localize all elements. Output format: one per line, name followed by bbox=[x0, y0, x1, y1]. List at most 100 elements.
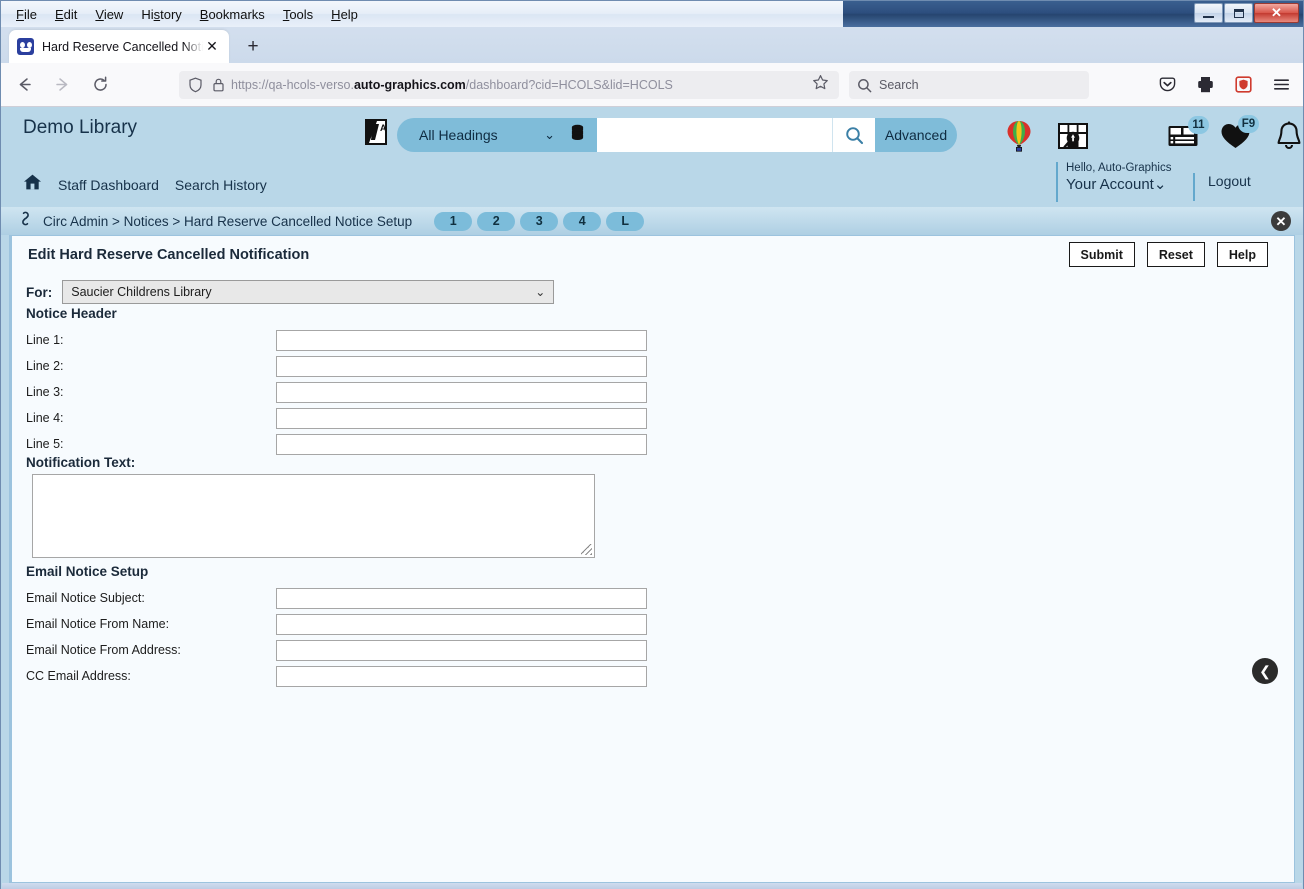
app-header: Demo Library A All Headings ⌄ Advanced 1… bbox=[1, 107, 1303, 204]
saved-lists-icon[interactable]: 11 bbox=[1165, 116, 1209, 154]
forward-icon[interactable] bbox=[47, 70, 77, 100]
account-greeting: Hello, Auto-Graphics bbox=[1066, 162, 1172, 174]
browser-tabstrip: Hard Reserve Cancelled Notice Setup ✕ + bbox=[1, 27, 1303, 63]
extension-shield-icon[interactable] bbox=[1231, 70, 1255, 98]
breadcrumb-bar: Circ Admin > Notices > Hard Reserve Canc… bbox=[1, 207, 1303, 235]
notification-text-area[interactable] bbox=[32, 474, 595, 558]
breadcrumb-pill-1[interactable]: 1 bbox=[434, 211, 473, 231]
catalog-search-group: All Headings ⌄ Advanced bbox=[397, 118, 957, 152]
menu-edit[interactable]: Edit bbox=[46, 5, 86, 24]
reset-button[interactable]: Reset bbox=[1146, 242, 1205, 267]
menu-file[interactable]: File bbox=[7, 5, 46, 24]
line3-input[interactable] bbox=[276, 381, 647, 403]
line2-input[interactable] bbox=[276, 355, 647, 377]
breadcrumb-text[interactable]: Circ Admin > Notices > Hard Reserve Canc… bbox=[43, 214, 412, 229]
site-favicon-icon bbox=[17, 38, 34, 55]
breadcrumb-pill-2[interactable]: 2 bbox=[477, 211, 516, 231]
new-tab-button[interactable]: + bbox=[241, 35, 265, 59]
field-row-line1: Line 1: bbox=[26, 328, 666, 352]
library-select[interactable]: Saucier Childrens Library ⌄ bbox=[62, 280, 555, 304]
line1-input[interactable] bbox=[276, 329, 647, 351]
navbar-right-icons bbox=[1155, 70, 1293, 98]
email-subject-input[interactable] bbox=[276, 587, 647, 609]
account-block[interactable]: Hello, Auto-Graphics Your Account⌄ bbox=[1056, 162, 1181, 202]
email-from-name-label: Email Notice From Name: bbox=[26, 617, 170, 631]
email-from-name-input[interactable] bbox=[276, 613, 647, 635]
help-button[interactable]: Help bbox=[1216, 242, 1268, 267]
reload-icon[interactable] bbox=[85, 70, 115, 100]
maximize-button[interactable] bbox=[1224, 3, 1253, 23]
your-account-link[interactable]: Your Account⌄ bbox=[1066, 175, 1181, 193]
catalog-search-input[interactable] bbox=[597, 118, 832, 152]
search-icon bbox=[857, 78, 872, 93]
field-row-email-subject: Email Notice Subject: bbox=[26, 586, 666, 610]
page-action-buttons: Submit Reset Help bbox=[1068, 242, 1268, 267]
search-scope-dropdown[interactable]: All Headings ⌄ bbox=[397, 118, 597, 152]
page-title: Edit Hard Reserve Cancelled Notification bbox=[28, 247, 310, 263]
submit-button[interactable]: Submit bbox=[1068, 242, 1135, 267]
library-select-value: Saucier Childrens Library bbox=[71, 285, 212, 299]
line3-label: Line 3: bbox=[26, 385, 64, 399]
line4-input[interactable] bbox=[276, 407, 647, 429]
email-subject-label: Email Notice Subject: bbox=[26, 591, 145, 605]
notification-text-heading: Notification Text: bbox=[26, 455, 136, 470]
field-row-email-from-name: Email Notice From Name: bbox=[26, 612, 666, 636]
link-chain-icon bbox=[17, 210, 34, 232]
cc-email-input[interactable] bbox=[276, 665, 647, 687]
line5-input[interactable] bbox=[276, 433, 647, 455]
advanced-search-button[interactable]: Advanced bbox=[875, 118, 957, 152]
url-bar[interactable]: https://qa-hcols-verso.auto-graphics.com… bbox=[179, 71, 839, 99]
chevron-down-icon: ⌄ bbox=[544, 127, 555, 142]
menubar: File Edit View History Bookmarks Tools H… bbox=[7, 3, 367, 25]
svg-text:A: A bbox=[380, 123, 387, 133]
browser-search-placeholder: Search bbox=[879, 78, 919, 92]
menu-bookmarks[interactable]: Bookmarks bbox=[191, 5, 274, 24]
hamburger-menu-icon[interactable] bbox=[1269, 70, 1293, 98]
breadcrumb-pill-4[interactable]: 4 bbox=[563, 211, 602, 231]
browser-search-bar[interactable]: Search bbox=[849, 71, 1089, 99]
notice-header-heading: Notice Header bbox=[26, 306, 117, 321]
window-titlebar: File Edit View History Bookmarks Tools H… bbox=[1, 1, 1303, 27]
line5-label: Line 5: bbox=[26, 437, 64, 451]
shield-icon bbox=[188, 77, 203, 93]
database-icon[interactable] bbox=[570, 124, 585, 146]
line4-label: Line 4: bbox=[26, 411, 64, 425]
breadcrumb-pill-l[interactable]: L bbox=[606, 211, 645, 231]
tab-close-icon[interactable]: ✕ bbox=[203, 38, 221, 56]
window-close-button[interactable]: ✕ bbox=[1254, 3, 1299, 23]
minimize-button[interactable] bbox=[1194, 3, 1223, 23]
url-text: https://qa-hcols-verso.auto-graphics.com… bbox=[231, 78, 673, 92]
email-from-address-input[interactable] bbox=[276, 639, 647, 661]
close-icon[interactable]: ✕ bbox=[1271, 211, 1291, 231]
browser-navbar: https://qa-hcols-verso.auto-graphics.com… bbox=[1, 63, 1303, 107]
notifications-bell-icon[interactable] bbox=[1271, 118, 1303, 154]
menu-history[interactable]: History bbox=[132, 5, 190, 24]
map-search-icon[interactable] bbox=[1055, 118, 1091, 154]
favorites-heart-icon[interactable]: F9 bbox=[1217, 115, 1259, 154]
back-icon[interactable] bbox=[9, 70, 39, 100]
menu-help[interactable]: Help bbox=[322, 5, 367, 24]
nav-staff-dashboard[interactable]: Staff Dashboard bbox=[58, 177, 159, 193]
os-window: Hard Res... File Edit View History Bookm… bbox=[0, 0, 1304, 889]
menu-tools[interactable]: Tools bbox=[274, 5, 322, 24]
resize-handle[interactable] bbox=[581, 544, 592, 555]
home-icon[interactable] bbox=[23, 173, 42, 196]
print-icon[interactable] bbox=[1193, 70, 1217, 98]
nav-search-history[interactable]: Search History bbox=[175, 177, 267, 193]
browser-tab[interactable]: Hard Reserve Cancelled Notice Setup ✕ bbox=[9, 30, 229, 63]
breadcrumb-pill-3[interactable]: 3 bbox=[520, 211, 559, 231]
balloon-icon[interactable] bbox=[1001, 118, 1037, 154]
app-brand-title: Demo Library bbox=[23, 117, 138, 138]
menu-view[interactable]: View bbox=[86, 5, 132, 24]
search-submit-button[interactable] bbox=[832, 118, 875, 152]
search-scope-label: All Headings bbox=[419, 127, 498, 143]
main-content-panel: Edit Hard Reserve Cancelled Notification… bbox=[9, 235, 1295, 883]
save-to-pocket-icon[interactable] bbox=[1155, 70, 1179, 98]
header-icon-row: 11 F9 bbox=[1001, 115, 1303, 154]
bookmark-star-icon[interactable] bbox=[812, 74, 829, 96]
chevron-down-icon: ⌄ bbox=[1153, 176, 1167, 193]
language-toggle-icon[interactable]: A bbox=[364, 118, 388, 146]
line2-label: Line 2: bbox=[26, 359, 64, 373]
logout-link[interactable]: Logout bbox=[1193, 173, 1251, 201]
sidebar-collapse-toggle[interactable]: ❮ bbox=[1252, 658, 1278, 684]
